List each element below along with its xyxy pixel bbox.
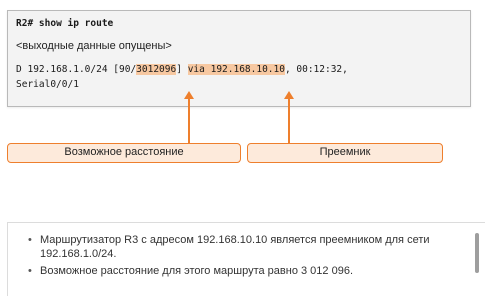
explanation-panel: • Маршрутизатор R3 с адресом 192.168.10.… [7,222,485,296]
cli-command: show ip route [38,18,114,29]
bullet-icon: • [28,234,32,246]
route-entry: D 192.168.1.0/24 [90/3012096] via 192.16… [16,64,348,75]
list-item-text: Маршрутизатор R3 с адресом 192.168.10.10… [40,234,430,260]
bullet-icon: • [28,265,32,277]
list-item: • Маршрутизатор R3 с адресом 192.168.10.… [8,233,485,261]
command-line: R2# show ip route [16,18,113,29]
up-arrow-icon [284,91,294,99]
explanation-list: • Маршрутизатор R3 с адресом 192.168.10.… [8,233,485,278]
up-arrow-icon [184,91,194,99]
feasible-distance-value: 3012096 [136,64,177,75]
list-item-text: Возможное расстояние для этого маршрута … [40,265,353,277]
next-hop-address: 192.168.10.10 [210,64,285,75]
route-bracket-open: [90/ [113,64,137,75]
feasible-distance-callout: Возможное расстояние [7,143,241,163]
route-interface: Serial0/0/1 [16,79,79,90]
route-bracket-close: ] [176,64,182,75]
route-network: 192.168.1.0/24 [27,64,108,75]
successor-arrow-shaft [288,98,290,144]
feasible-distance-arrow-shaft [188,98,190,144]
successor-callout: Преемник [247,143,443,163]
cli-prompt: R2# [16,18,34,29]
route-age: , 00:12:32, [284,64,348,75]
scrollbar-thumb[interactable] [475,233,479,273]
route-code: D [16,64,22,75]
via-label: via [187,64,205,75]
terminal-output: R2# show ip route <выходные данные опуще… [7,10,471,107]
list-item: • Возможное расстояние для этого маршрут… [8,264,485,278]
omitted-output-note: <выходные данные опущены> [16,40,172,52]
